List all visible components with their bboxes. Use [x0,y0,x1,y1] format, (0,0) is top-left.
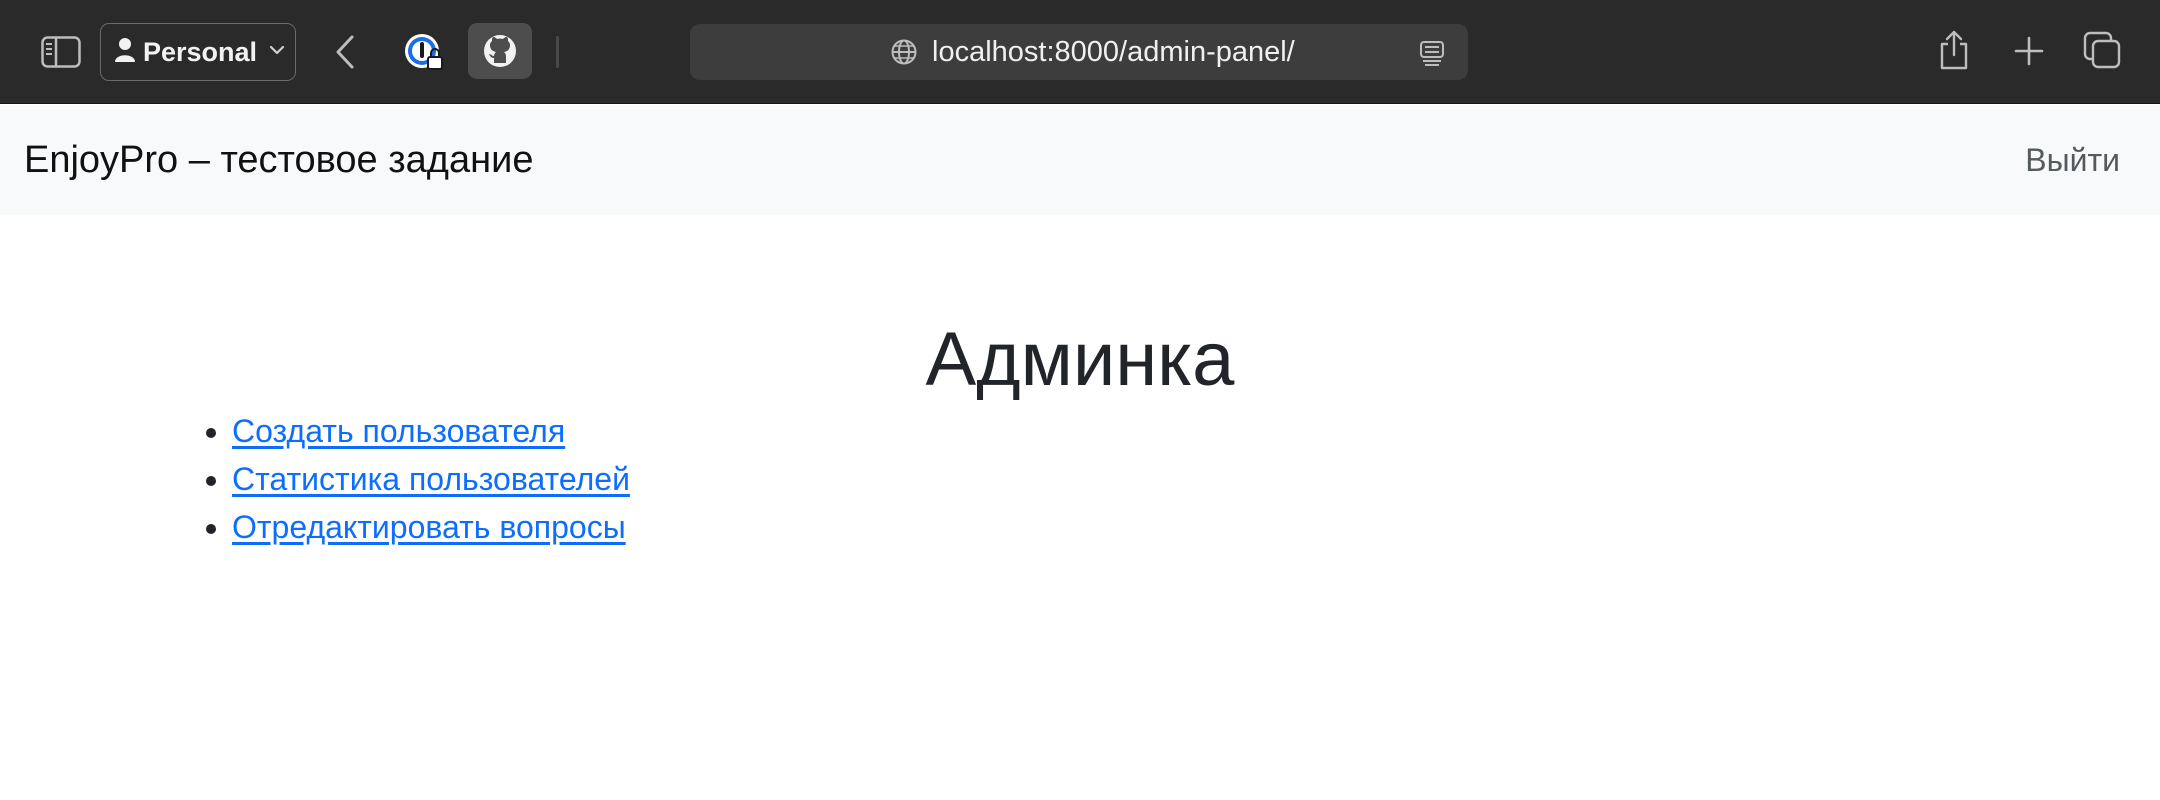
site-brand[interactable]: EnjoyPro – тестовое задание [24,105,533,215]
browser-toolbar: Personal localhost:8000/admin-panel/ [0,0,2160,104]
person-icon [115,37,135,68]
logout-link[interactable]: Выйти [2025,105,2120,215]
list-item: Статистика пользователей [232,455,2000,503]
plus-icon[interactable] [2010,32,2048,70]
share-icon[interactable] [1936,28,1972,72]
github-icon[interactable] [468,23,532,79]
chevron-left-icon[interactable] [330,32,360,72]
profile-label: Personal [143,36,258,67]
main-content: Админка Создать пользователя Статистика … [160,215,2000,551]
profile-button[interactable]: Personal [100,23,296,81]
url-text[interactable]: localhost:8000/admin-panel/ [932,24,1295,80]
user-statistics-link[interactable]: Статистика пользователей [232,461,630,497]
tab-overview-icon[interactable] [2082,30,2122,70]
reader-mode-icon[interactable] [1416,37,1448,69]
list-item: Отредактировать вопросы [232,503,2000,551]
address-bar[interactable]: localhost:8000/admin-panel/ [690,24,1468,80]
onepassword-icon[interactable] [402,31,446,75]
sidebar-icon[interactable] [38,32,84,72]
page-title: Админка [925,317,1235,402]
create-user-link[interactable]: Создать пользователя [232,413,565,449]
toolbar-divider [556,36,559,68]
admin-links-list: Создать пользователя Статистика пользова… [160,407,2000,551]
globe-icon [888,36,920,68]
edit-questions-link[interactable]: Отредактировать вопросы [232,509,626,545]
site-navbar: EnjoyPro – тестовое задание Выйти [0,105,2160,215]
chevron-down-icon [269,43,285,61]
list-item: Создать пользователя [232,407,2000,455]
